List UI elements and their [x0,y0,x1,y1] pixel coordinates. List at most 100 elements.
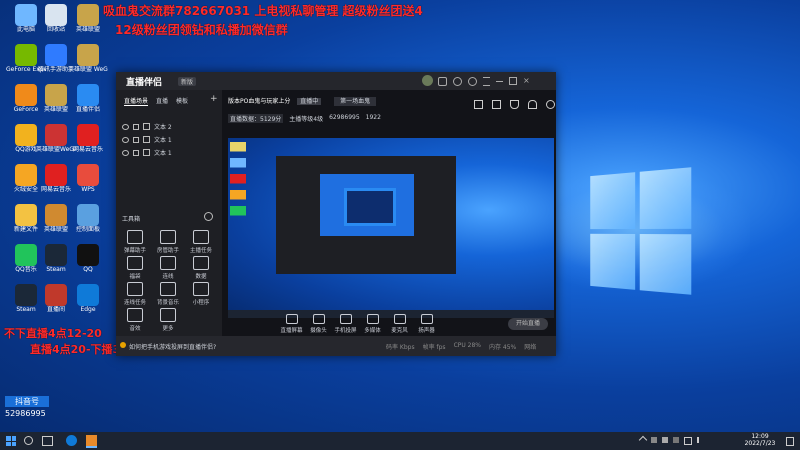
start-icon[interactable] [6,436,16,446]
avatar[interactable] [422,75,433,86]
status-memory: 内存 45% [489,344,517,351]
edge-icon[interactable] [66,435,77,446]
layout-icon[interactable] [474,100,483,109]
message-icon[interactable] [438,77,447,86]
close-icon[interactable]: × [523,77,530,85]
bottom-tool-button[interactable]: 手机投屏 [332,314,359,334]
tool-button[interactable]: 连线任务 [120,282,150,306]
desktop-icon-label: WPS [81,186,95,193]
room-status-badge: 直播中 [297,98,322,105]
desktop-icon[interactable]: QQ [68,244,108,273]
notice-text[interactable]: 如何把手机游戏投屏到直播伴侣? [129,342,216,351]
tray-app-icon[interactable] [662,437,668,443]
notification-icon[interactable] [786,437,794,446]
app-icon [45,284,67,306]
tool-label: 小程序 [192,300,210,306]
app-icon [15,284,37,306]
gift-icon[interactable] [492,100,501,109]
network-icon[interactable] [684,437,692,445]
status-metrics: 码率 Kbps 帧率 fps CPU 28% 内存 45% 网络 [386,342,536,351]
settings-icon[interactable] [453,77,462,86]
tray-app-icon[interactable] [673,437,679,443]
maximize-icon[interactable] [509,77,517,85]
eye-icon[interactable] [122,123,129,130]
lock-icon[interactable] [133,149,139,156]
desktop-icon[interactable]: 英雄联盟 WeGame [68,44,108,73]
desktop-icon[interactable]: 英雄联盟 [68,4,108,33]
layer-item[interactable]: 文本 1 [122,133,214,146]
tool-label: 连线任务 [123,300,146,306]
tool-icon [193,256,209,270]
volume-icon[interactable] [697,437,705,443]
clock[interactable]: 12:09 2022/7/23 [740,433,780,447]
tool-button[interactable]: 主播任务 [186,230,216,254]
layer-item[interactable]: 文本 1 [122,146,214,159]
bottom-tool-icon [366,314,379,324]
room-button[interactable]: 第一场血鬼 [334,97,377,106]
overlay-line1: 吸血鬼交流群782667031 上电视私聊管理 超级粉丝团送4 [103,4,423,18]
app-icon [77,244,99,266]
app-icon [45,204,67,226]
tool-button[interactable]: 弹幕助手 [120,230,150,254]
stream-preview[interactable] [228,138,554,318]
bottom-tool-button[interactable]: 多媒体 [359,314,386,334]
bottom-tool-button[interactable]: 麦克风 [386,314,413,334]
shield-icon[interactable] [510,100,519,109]
bottom-tool-button[interactable]: 摄像头 [305,314,332,334]
app-icon [77,204,99,226]
desktop-icon[interactable]: Edge [68,284,108,313]
tab-template[interactable]: 模板 [176,96,188,106]
eye-icon[interactable] [122,149,129,156]
tool-button[interactable]: 音效 [120,308,150,332]
toolbox-settings-icon[interactable] [204,212,213,221]
room-title[interactable]: 版本PO血鬼与玩家上分 [228,98,290,105]
badge-number: 52986995 [5,409,46,418]
bottom-tool-label: 多媒体 [364,328,381,334]
lock-icon[interactable] [133,136,139,143]
desktop-icon-label: 控制面板 [75,226,100,233]
tab-live[interactable]: 直播 [156,96,168,106]
desktop-icon[interactable]: WPS [68,164,108,193]
tray-app-icon[interactable] [651,437,657,443]
layer-item[interactable]: 文本 2 [122,120,214,133]
bottom-tool-icon [285,314,298,324]
help-icon[interactable] [468,77,477,86]
tool-button[interactable]: 房管助手 [153,230,183,254]
add-scene-icon[interactable]: + [210,94,218,104]
tool-button[interactable]: 福袋 [120,256,150,280]
tool-button[interactable]: 连线 [153,256,183,280]
tool-button[interactable]: 背景音乐 [153,282,183,306]
lock-icon[interactable] [133,123,139,130]
bottom-tool-button[interactable]: 扬声器 [413,314,440,334]
tool-icon [127,230,143,244]
layer-label: 文本 1 [154,150,172,157]
tray-chevron-icon[interactable] [638,435,648,445]
app-icon [77,164,99,186]
bottom-tool-icon [339,314,352,324]
share-icon[interactable] [546,100,555,109]
tab-scene[interactable]: 直播场景 [124,96,149,106]
start-live-button[interactable]: 开始直播 [508,318,548,330]
tool-button[interactable]: 数据 [186,256,216,280]
bottom-tool-button[interactable]: 直播屏幕 [278,314,305,334]
desktop-icon-label: Edge [80,306,96,313]
status-bitrate: 码率 Kbps [386,344,415,351]
desktop-icon[interactable]: 直播伴侣 [68,84,108,113]
text-layer-icon [143,136,150,143]
search-icon[interactable] [24,436,33,445]
desktop-icon[interactable]: 网易云音乐 [68,124,108,153]
version-badge[interactable]: 新版 [178,77,197,86]
desktop-icon[interactable]: 控制面板 [68,204,108,233]
live-companion-window[interactable]: 直播伴侣 新版 × 直播场景 直播 模板 + 文本 2 文本 1 文本 1 工具… [116,72,556,356]
bottom-tool-label: 手机投屏 [334,328,357,334]
bell-icon[interactable] [528,100,537,109]
eye-icon[interactable] [122,136,129,143]
task-view-icon[interactable] [42,436,53,446]
tool-button[interactable]: 小程序 [186,282,216,306]
minimize-icon[interactable] [496,77,503,82]
main-panel: 版本PO血鬼与玩家上分 直播中 第一场血鬼 直播数据：5129分 主播等级4级 … [222,90,556,336]
menu-icon[interactable] [483,77,490,86]
app-icon [45,84,67,106]
live-app-taskbar-icon[interactable] [86,435,97,448]
tool-button[interactable]: 更多 [153,308,183,332]
